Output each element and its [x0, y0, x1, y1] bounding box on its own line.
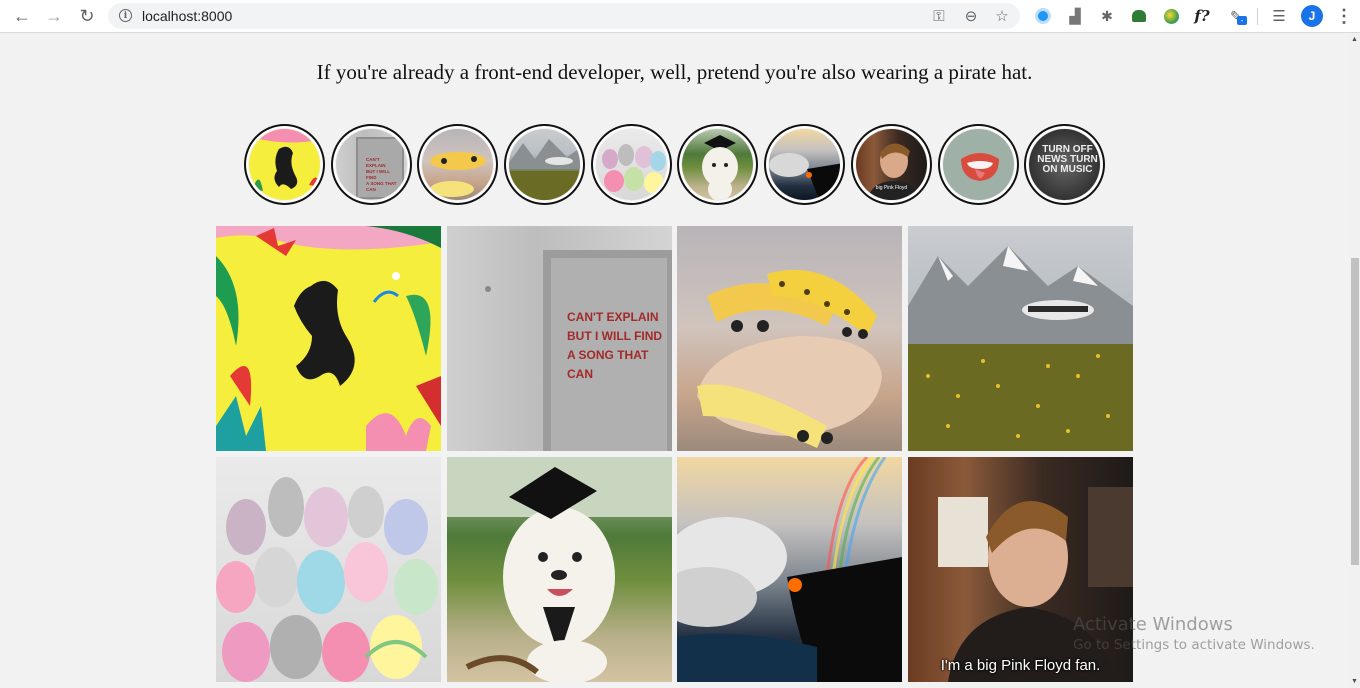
grid-image-matisse-figure[interactable]	[216, 226, 441, 451]
reload-icon[interactable]: ↻	[75, 5, 99, 27]
url-text[interactable]: localhost:8000	[142, 8, 232, 24]
thumbnail-news-text: TURN OFF NEWS TURN ON MUSIC	[1037, 144, 1098, 175]
extension-eyedropper-icon[interactable]: ✎ -	[1225, 5, 1247, 27]
thumbnail-strip: CAN'T EXPLAIN BUT I WILL FIND A SONG THAT …	[244, 124, 1106, 206]
reading-list-icon[interactable]: ☰	[1268, 5, 1290, 27]
profile-avatar[interactable]: J	[1301, 5, 1323, 27]
bookmark-star-icon[interactable]: ☆	[993, 7, 1011, 25]
page-content: If you're already a front-end developer,…	[0, 34, 1349, 688]
thumbnail-banana-cats[interactable]	[417, 124, 498, 205]
thumbnail-bowie-pink-floyd[interactable]: big Pink Floyd	[851, 124, 932, 205]
page-headline: If you're already a front-end developer,…	[316, 60, 1033, 84]
video-subtitle: I'm a big Pink Floyd fan.	[940, 657, 1101, 674]
thumbnail-rolling-stones-lips[interactable]	[938, 124, 1019, 205]
thumbnail-lava-rainbow[interactable]	[764, 124, 845, 205]
browser-toolbar: ← → ↻ i localhost:8000 ⚿ ⊖ ☆ ▟ ✱ f? ✎ - ☰…	[0, 0, 1360, 33]
watermark-title: Activate Windows	[1073, 614, 1233, 635]
extension-shield-icon[interactable]	[1032, 5, 1054, 27]
page-scrollbar[interactable]: ▲ ▼	[1349, 34, 1360, 688]
extension-badge: -	[1237, 16, 1247, 25]
thumbnail-pebble-creatures[interactable]	[591, 124, 672, 205]
grid-image-cant-explain-wall[interactable]: CAN'T EXPLAIN BUT I WILL FIND A SONG THA…	[447, 226, 672, 451]
extension-globe-icon[interactable]	[1160, 5, 1182, 27]
thumbnail-cant-explain-wall[interactable]: CAN'T EXPLAIN BUT I WILL FIND A SONG THAT …	[331, 124, 412, 205]
zoom-icon[interactable]: ⊖	[962, 7, 980, 25]
toolbar-divider	[1257, 8, 1258, 25]
thumbnail-mountain-house[interactable]	[504, 124, 585, 205]
key-icon[interactable]: ⚿	[930, 7, 948, 25]
image-grid: CAN'T EXPLAIN BUT I WILL FIND A SONG THA…	[216, 226, 1134, 688]
info-icon[interactable]: i	[119, 9, 132, 22]
watermark-subtitle: Go to Settings to activate Windows.	[1073, 637, 1315, 653]
extension-tree-icon[interactable]	[1128, 5, 1150, 27]
grid-image-pebble-creatures[interactable]	[216, 457, 441, 682]
kebab-menu-icon[interactable]: ⋮	[1334, 5, 1354, 27]
forward-icon[interactable]: →	[42, 5, 66, 27]
scroll-thumb[interactable]	[1351, 258, 1359, 565]
scroll-down-icon[interactable]: ▼	[1349, 676, 1360, 688]
thumbnail-caption: big Pink Floyd	[875, 185, 908, 191]
back-icon[interactable]: ←	[10, 5, 34, 27]
activate-windows-watermark: Activate Windows Go to Settings to activ…	[1073, 614, 1315, 653]
extension-chart-icon[interactable]: ▟	[1064, 5, 1086, 27]
thumbnail-matisse-figure[interactable]	[244, 124, 325, 205]
grid-image-mountain-house[interactable]	[908, 226, 1133, 451]
grid-image-graduate-dog[interactable]	[447, 457, 672, 682]
thumbnail-turn-off-news[interactable]: TURN OFF NEWS TURN ON MUSIC	[1024, 124, 1105, 205]
address-bar[interactable]: i localhost:8000 ⚿ ⊖ ☆	[108, 3, 1020, 29]
extension-font-icon[interactable]: f?	[1191, 5, 1213, 27]
extension-bug-icon[interactable]: ✱	[1096, 5, 1118, 27]
thumbnail-graduate-dog[interactable]	[677, 124, 758, 205]
wall-sign-text: CAN'T EXPLAIN BUT I WILL FIND A SONG THA…	[567, 310, 663, 381]
grid-image-banana-cats[interactable]	[677, 226, 902, 451]
scroll-up-icon[interactable]: ▲	[1349, 34, 1360, 46]
grid-image-lava-rainbow[interactable]	[677, 457, 902, 682]
